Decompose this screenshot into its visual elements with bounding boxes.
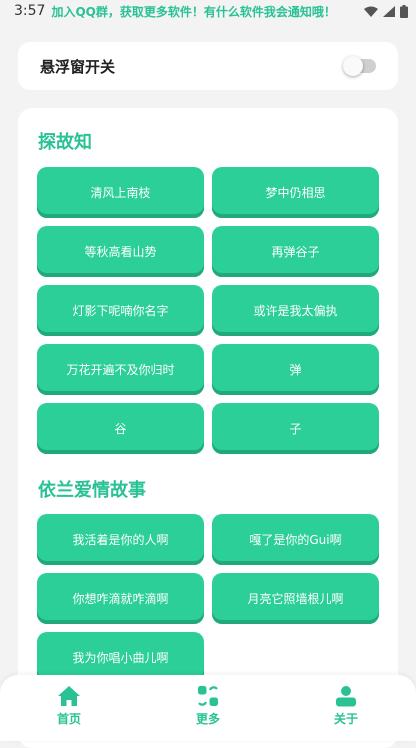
battery-icon bbox=[400, 4, 408, 18]
grid-button[interactable]: 清风上南枝 bbox=[37, 167, 204, 218]
bottom-nav: 首页 更多 关于 bbox=[0, 675, 416, 741]
signal-icon bbox=[383, 5, 395, 17]
grid-button[interactable]: 弹 bbox=[212, 344, 379, 395]
nav-item-home[interactable]: 首页 bbox=[34, 685, 104, 727]
section-title: 探故知 bbox=[38, 132, 92, 153]
floating-window-toggle[interactable] bbox=[343, 56, 376, 76]
more-icon bbox=[198, 686, 218, 706]
button-grid: 我活着是你的人啊 嘎了是你的Gui啊 你想咋滴就咋滴啊 月亮它照墙根儿啊 我为你… bbox=[37, 514, 379, 683]
grid-button[interactable]: 万花开遍不及你归时 bbox=[37, 344, 204, 395]
nav-label-home: 首页 bbox=[56, 712, 81, 726]
status-bar: 3:57 加入QQ群，获取更多软件！有什么软件我会通知哦！ bbox=[0, 0, 416, 22]
grid-button[interactable]: 等秋高看山势 bbox=[37, 226, 204, 277]
button-grid: 清风上南枝 梦中仍相思 等秋高看山势 再弹谷子 灯影下呢喃你名字 或许是我太偏执… bbox=[37, 167, 379, 454]
grid-button[interactable]: 嘎了是你的Gui啊 bbox=[212, 514, 379, 565]
grid-button[interactable]: 月亮它照墙根儿啊 bbox=[212, 573, 379, 624]
grid-button[interactable]: 谷 bbox=[37, 403, 204, 454]
wifi-icon bbox=[364, 6, 378, 17]
grid-button[interactable]: 你想咋滴就咋滴啊 bbox=[37, 573, 204, 624]
grid-button[interactable]: 或许是我太偏执 bbox=[212, 285, 379, 336]
nav-label-more: 更多 bbox=[195, 712, 220, 726]
home-icon bbox=[58, 686, 80, 706]
section-title: 依兰爱情故事 bbox=[38, 480, 146, 501]
main-card: 探故知 清风上南枝 梦中仍相思 等秋高看山势 再弹谷子 灯影下呢喃你名字 或许是… bbox=[18, 108, 398, 748]
nav-label-about: 关于 bbox=[333, 712, 358, 726]
grid-button[interactable]: 子 bbox=[212, 403, 379, 454]
status-icons bbox=[364, 4, 408, 18]
floating-window-card: 悬浮窗开关 bbox=[18, 42, 398, 90]
grid-button[interactable]: 梦中仍相思 bbox=[212, 167, 379, 218]
status-message: 加入QQ群，获取更多软件！有什么软件我会通知哦！ bbox=[51, 4, 336, 19]
grid-button[interactable]: 灯影下呢喃你名字 bbox=[37, 285, 204, 336]
grid-button[interactable]: 再弹谷子 bbox=[212, 226, 379, 277]
nav-item-about[interactable]: 关于 bbox=[311, 685, 381, 727]
floating-window-label: 悬浮窗开关 bbox=[40, 57, 116, 76]
user-icon bbox=[336, 686, 356, 707]
nav-item-more[interactable]: 更多 bbox=[173, 685, 243, 727]
grid-button[interactable]: 我活着是你的人啊 bbox=[37, 514, 204, 565]
toggle-knob[interactable] bbox=[343, 56, 363, 76]
status-time: 3:57 bbox=[14, 3, 46, 19]
